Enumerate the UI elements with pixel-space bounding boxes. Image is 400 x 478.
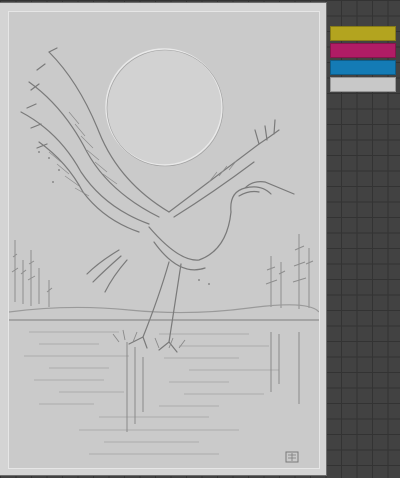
olive-swatch[interactable] <box>330 26 396 41</box>
color-palette <box>330 26 396 94</box>
engraving-illustration <box>9 12 319 468</box>
artwork-canvas[interactable] <box>0 3 326 475</box>
magenta-swatch[interactable] <box>330 43 396 58</box>
light-gray-swatch[interactable] <box>330 77 396 92</box>
blue-swatch[interactable] <box>330 60 396 75</box>
heron-engraving-image <box>8 11 320 469</box>
